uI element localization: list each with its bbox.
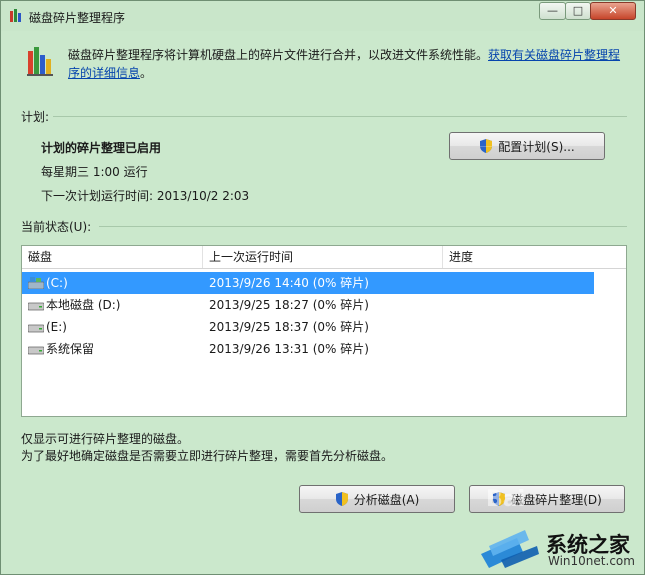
watermark-url: Win10net.com [548, 554, 635, 568]
defrag-icon [27, 47, 53, 76]
disk-row-d[interactable]: 本地磁盘 (D:) 2013/9/25 18:27 (0% 碎片) [22, 294, 626, 316]
configure-schedule-label: 配置计划(S)... [498, 139, 575, 154]
window-title: 磁盘碎片整理程序 [29, 11, 126, 25]
intro-description: 磁盘碎片整理程序将计算机硬盘上的碎片文件进行合并，以改进文件系统性能。获取有关磁… [68, 46, 623, 82]
intro-suffix: 。 [140, 66, 153, 80]
disk-list[interactable]: 磁盘 上一次运行时间 进度 (C:) 2013/9/26 14:40 (0% 碎… [21, 245, 627, 417]
analyze-disk-button[interactable]: 分析磁盘(A) [299, 485, 455, 513]
maximize-button[interactable]: □ [565, 2, 591, 20]
configure-schedule-button[interactable]: 配置计划(S)... [449, 132, 605, 160]
column-header-last-run[interactable]: 上一次运行时间 [203, 246, 443, 268]
minimize-button[interactable]: — [539, 2, 566, 20]
disk-last-run: 2013/9/25 18:27 (0% 碎片) [209, 298, 369, 312]
baidu-watermark: Bai [486, 487, 526, 512]
schedule-next-run: 下一次计划运行时间: 2013/10/2 2:03 [41, 189, 250, 203]
footer-note-analyze: 为了最好地确定磁盘是否需要立即进行碎片整理，需要首先分析磁盘。 [21, 449, 394, 463]
schedule-divider [53, 116, 627, 117]
disk-last-run: 2013/9/25 18:37 (0% 碎片) [209, 320, 369, 334]
disk-name: (E:) [46, 320, 67, 334]
disk-last-run: 2013/9/26 13:31 (0% 碎片) [209, 342, 369, 356]
uac-shield-icon [480, 139, 493, 153]
disk-row-c[interactable]: (C:) 2013/9/26 14:40 (0% 碎片) [22, 272, 626, 294]
footer-note-defraggable: 仅显示可进行碎片整理的磁盘。 [21, 432, 190, 446]
hard-drive-icon [28, 324, 44, 333]
close-button[interactable]: ✕ [590, 2, 636, 20]
status-section-label: 当前状态(U): [21, 220, 92, 234]
system-drive-icon [28, 277, 44, 289]
disk-name: 本地磁盘 (D:) [46, 298, 121, 312]
uac-shield-icon [335, 492, 348, 506]
disk-row-e[interactable]: (E:) 2013/9/25 18:37 (0% 碎片) [22, 316, 626, 338]
column-header-disk[interactable]: 磁盘 [22, 246, 203, 268]
hard-drive-icon [28, 346, 44, 355]
column-header-progress[interactable]: 进度 [443, 246, 626, 268]
disk-list-header: 磁盘 上一次运行时间 进度 [22, 246, 626, 269]
disk-name: 系统保留 [46, 342, 95, 356]
schedule-frequency: 每星期三 1:00 运行 [41, 165, 148, 179]
title-bar[interactable]: 磁盘碎片整理程序 — □ ✕ [1, 1, 644, 31]
status-divider [99, 226, 627, 227]
analyze-disk-label: 分析磁盘(A) [353, 492, 420, 507]
hard-drive-icon [28, 302, 44, 311]
defrag-window: 磁盘碎片整理程序 — □ ✕ 磁盘碎片整理程序将计算机硬盘上的碎片文件进行合并，… [0, 0, 645, 575]
defrag-app-icon [10, 9, 21, 22]
disk-name: (C:) [46, 276, 68, 290]
schedule-status: 计划的碎片整理已启用 [41, 141, 162, 155]
disk-last-run: 2013/9/26 14:40 (0% 碎片) [209, 276, 369, 290]
schedule-section-label: 计划: [21, 110, 50, 124]
disk-row-system-reserved[interactable]: 系统保留 2013/9/26 13:31 (0% 碎片) [22, 338, 626, 360]
intro-text: 磁盘碎片整理程序将计算机硬盘上的碎片文件进行合并，以改进文件系统性能。 [68, 48, 489, 62]
